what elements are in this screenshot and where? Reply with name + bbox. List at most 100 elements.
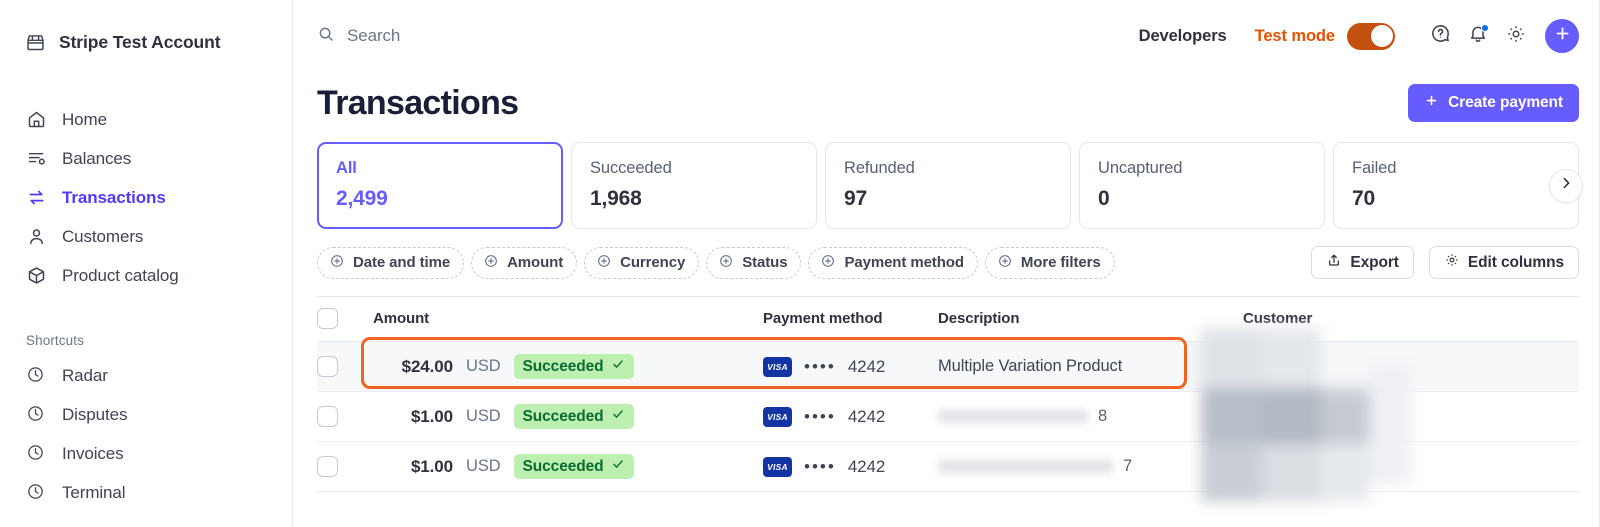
toggle-switch[interactable] [1347, 22, 1395, 50]
sidebar-item-invoices[interactable]: Invoices [0, 434, 292, 473]
column-header-description[interactable]: Description [938, 296, 1243, 342]
table-row[interactable]: $24.00 USD Succeeded VISA •••• 4242 Mult… [317, 341, 1579, 392]
visa-logo-text: VISA [767, 361, 788, 372]
search-placeholder: Search [347, 26, 401, 45]
status-badge: Succeeded [513, 454, 634, 479]
create-payment-button[interactable]: Create payment [1408, 84, 1579, 122]
test-mode-toggle[interactable]: Test mode [1255, 22, 1395, 50]
stat-label: Uncaptured [1098, 159, 1183, 177]
status-filter-tabs: All 2,499 Succeeded 1,968 Refunded 97 Un… [317, 142, 1583, 229]
filter-chip-payment-method[interactable]: Payment method [808, 246, 978, 279]
status-badge: Succeeded [513, 404, 634, 429]
sidebar-item-disputes[interactable]: Disputes [0, 395, 292, 434]
row-checkbox[interactable] [317, 456, 338, 477]
currency-code: USD [466, 407, 501, 425]
filter-chip-status[interactable]: Status [706, 246, 802, 279]
select-all-checkbox[interactable] [317, 308, 338, 329]
check-icon [611, 457, 625, 476]
sidebar-item-transactions[interactable]: Transactions [0, 178, 292, 217]
card-last4: 4242 [847, 406, 886, 426]
filter-chip-label: Currency [620, 254, 686, 271]
filter-chip-more-filters[interactable]: More filters [984, 246, 1115, 279]
export-label: Export [1350, 253, 1399, 271]
cell-customer [1243, 341, 1579, 392]
customers-icon [26, 226, 47, 247]
sidebar-item-label: Home [62, 109, 107, 129]
create-new-button[interactable] [1545, 19, 1579, 53]
stat-tab-refunded[interactable]: Refunded 97 [825, 142, 1071, 229]
sidebar-item-customers[interactable]: Customers [0, 217, 292, 256]
edit-columns-button[interactable]: Edit columns [1428, 246, 1579, 279]
column-header-customer[interactable]: Customer [1243, 296, 1579, 342]
table-body: $24.00 USD Succeeded VISA •••• 4242 Mult… [317, 341, 1579, 492]
sidebar-item-radar[interactable]: Radar [0, 356, 292, 395]
filter-chip-currency[interactable]: Currency [584, 246, 700, 279]
filter-chip-amount[interactable]: Amount [471, 246, 578, 279]
sidebar-item-terminal[interactable]: Terminal [0, 473, 292, 512]
filter-chip-date-and-time[interactable]: Date and time [317, 246, 465, 279]
column-header-payment-method[interactable]: Payment method [763, 296, 938, 342]
chevron-right-icon [1558, 175, 1574, 196]
shortcuts-nav: Radar Disputes Invoices Terminal [0, 356, 292, 512]
column-header-amount[interactable]: Amount [373, 296, 763, 342]
filter-chip-label: Payment method [844, 254, 964, 271]
page-title: Transactions [317, 83, 519, 122]
search-icon [317, 25, 335, 48]
status-label: Succeeded [522, 357, 604, 375]
sidebar-item-balances[interactable]: Balances [0, 139, 292, 178]
product-catalog-icon [26, 265, 47, 286]
plus-circle-icon [820, 253, 836, 273]
sidebar-item-label: Invoices [62, 443, 124, 463]
account-name: Stripe Test Account [59, 31, 221, 52]
create-payment-label: Create payment [1448, 94, 1563, 111]
description-suffix: 8 [1098, 407, 1108, 425]
search-input[interactable]: Search [317, 25, 400, 48]
sidebar-item-label: Balances [62, 148, 132, 168]
cell-amount: $1.00 USD Succeeded [373, 441, 763, 492]
description-suffix: 7 [1123, 457, 1133, 475]
visa-card-icon: VISA [763, 456, 792, 477]
gear-icon [1505, 23, 1527, 50]
cell-description: 8 [938, 391, 1243, 442]
row-select-cell [317, 391, 373, 442]
export-button[interactable]: Export [1311, 246, 1414, 279]
sidebar-item-label: Terminal [62, 482, 126, 502]
main-area: Search Developers Test mode Transactions… [293, 0, 1600, 527]
table-row[interactable]: $1.00 USD Succeeded [317, 441, 1579, 492]
cell-payment-method: VISA •••• 4242 [763, 441, 938, 492]
table-row[interactable]: $1.00 USD Succeeded [317, 391, 1579, 442]
stat-tab-failed[interactable]: Failed 70 [1333, 142, 1579, 229]
filter-chip-label: Amount [507, 254, 564, 271]
help-button[interactable] [1421, 17, 1459, 55]
plus-circle-icon [997, 253, 1013, 273]
stat-value: 70 [1352, 187, 1375, 210]
stat-tab-uncaptured[interactable]: Uncaptured 0 [1079, 142, 1325, 229]
plus-circle-icon [329, 253, 345, 273]
card-mask: •••• [804, 456, 836, 476]
plus-icon [1553, 24, 1572, 48]
sidebar-item-product-catalog[interactable]: Product catalog [0, 256, 292, 295]
account-switcher[interactable]: Stripe Test Account [0, 0, 292, 60]
stat-tab-all[interactable]: All 2,499 [317, 142, 563, 229]
cell-payment-method: VISA •••• 4242 [763, 341, 938, 392]
stats-scroll-next-button[interactable] [1549, 168, 1583, 203]
sidebar: Stripe Test Account Home Balances Transa… [0, 0, 293, 527]
stat-value: 97 [844, 187, 867, 210]
card-mask: •••• [804, 406, 836, 426]
redacted-description [938, 460, 1113, 474]
filter-chip-label: Status [742, 254, 788, 271]
row-checkbox[interactable] [317, 356, 338, 377]
notifications-button[interactable] [1459, 17, 1497, 55]
card-last4: 4242 [847, 456, 886, 476]
filter-chip-label: Date and time [353, 254, 451, 271]
sidebar-item-label: Customers [62, 226, 144, 246]
settings-button[interactable] [1497, 17, 1535, 55]
stat-label: All [336, 159, 357, 177]
plus-circle-icon [596, 253, 612, 273]
amount-value: $1.00 [410, 456, 453, 476]
sidebar-item-home[interactable]: Home [0, 100, 292, 139]
row-checkbox[interactable] [317, 406, 338, 427]
stat-tab-succeeded[interactable]: Succeeded 1,968 [571, 142, 817, 229]
plus-circle-icon [718, 253, 734, 273]
developers-link[interactable]: Developers [1139, 27, 1227, 46]
